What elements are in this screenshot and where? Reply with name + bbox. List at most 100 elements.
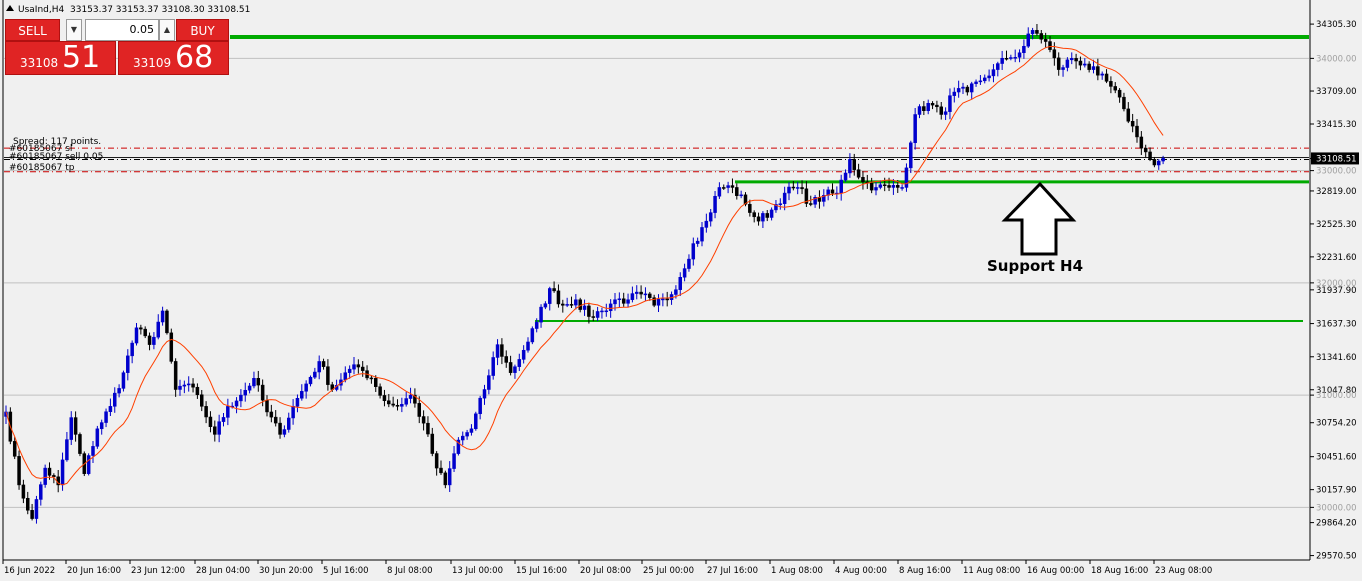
candle-bear <box>561 303 565 306</box>
candle-bull <box>313 371 317 378</box>
candle-bear <box>273 416 278 424</box>
candle-bull <box>695 240 700 244</box>
candle-bull <box>108 406 113 412</box>
y-tick-label: 30754.20 <box>1316 419 1357 429</box>
candle-bull <box>987 75 991 79</box>
candle-bear <box>378 386 382 396</box>
candle-bull <box>661 298 665 301</box>
candle-bull <box>239 394 243 402</box>
buy-button[interactable]: BUY <box>176 19 229 41</box>
candle-bull <box>104 411 108 423</box>
candle-bear <box>260 384 265 401</box>
candle-bear <box>500 344 504 357</box>
candle-bear <box>1139 136 1144 149</box>
candle-bear <box>265 399 269 413</box>
candle-bull <box>778 203 783 205</box>
volume-increase-button[interactable]: ▲ <box>159 19 175 41</box>
candle-bull <box>126 355 130 373</box>
candle-bull <box>352 364 356 370</box>
candle-bull <box>178 385 182 390</box>
candle-bear <box>1087 63 1091 70</box>
buy-price-small: 33109 <box>133 56 172 70</box>
candle-bull <box>295 397 300 407</box>
candle-bear <box>200 394 204 407</box>
candle-bear <box>1135 125 1139 138</box>
candle-bull <box>60 459 65 486</box>
candle-bear <box>1096 66 1100 76</box>
candle-bear <box>1048 41 1052 50</box>
x-tick-label: 15 Jul 16:00 <box>516 566 567 576</box>
x-tick-label: 25 Jul 00:00 <box>643 566 694 576</box>
candle-bull <box>1022 45 1026 54</box>
candle-bull <box>99 422 104 430</box>
candle-bull <box>961 86 965 89</box>
one-click-trading-panel: SELL ▼ 0.05 ▲ BUY 33108 51 33109 68 <box>5 19 229 75</box>
y-tick-label: 31341.60 <box>1316 353 1357 363</box>
buy-price[interactable]: 33109 68 <box>118 40 229 75</box>
candle-bull <box>1026 33 1030 47</box>
candle-bull <box>34 499 39 519</box>
candle-bull <box>408 394 413 399</box>
y-tick-label: 34305.30 <box>1316 20 1357 30</box>
candle-bear <box>208 416 213 427</box>
candle-bull <box>900 187 904 189</box>
candle-bear <box>1117 89 1122 98</box>
x-tick-label: 18 Aug 16:00 <box>1091 566 1148 576</box>
order-tp-label: #60185067 tp <box>9 163 75 173</box>
candle-bear <box>21 484 26 499</box>
candle-bear <box>748 204 752 213</box>
candle-bear <box>1056 57 1061 70</box>
candle-bull <box>513 366 517 373</box>
candle-bear <box>430 433 435 454</box>
candle-bear <box>30 510 34 519</box>
candle-bull <box>282 429 287 435</box>
x-tick-label: 16 Jun 2022 <box>4 566 55 576</box>
sell-price[interactable]: 33108 51 <box>5 40 116 75</box>
y-tick-label: 34000.00 <box>1316 54 1357 64</box>
sell-button[interactable]: SELL <box>5 19 60 41</box>
candle-bear <box>213 426 217 435</box>
candle-bull <box>1065 59 1070 68</box>
candle-bull <box>152 336 156 345</box>
candle-bull <box>678 277 682 290</box>
y-tick-label: 30157.90 <box>1316 486 1357 496</box>
candle-bull <box>308 376 313 385</box>
candle-bull <box>600 310 604 313</box>
candle-bear <box>569 304 574 306</box>
candle-bull <box>548 288 552 304</box>
candle-bull <box>465 432 469 437</box>
candle-bull <box>974 81 978 84</box>
order-sell-label: #60185067 sell 0.05 <box>9 152 103 162</box>
candle-bull <box>608 303 613 312</box>
x-tick-label: 16 Aug 00:00 <box>1027 566 1084 576</box>
candle-bear <box>756 216 761 222</box>
candle-bull <box>186 383 191 386</box>
candle-bear <box>17 456 21 486</box>
candle-bull <box>952 91 957 96</box>
candle-bull <box>400 404 404 407</box>
y-tick-label: 32819.00 <box>1316 187 1357 197</box>
candle-bull <box>574 299 578 306</box>
x-tick-label: 5 Jul 16:00 <box>323 566 369 576</box>
candle-bull <box>617 298 622 301</box>
candle-bear <box>556 290 561 305</box>
candle-bear <box>621 298 626 304</box>
candle-bull <box>595 311 600 318</box>
candle-bear <box>169 332 174 362</box>
candle-bear <box>722 187 726 189</box>
candle-bear <box>735 187 739 196</box>
candle-bear <box>1130 121 1135 127</box>
candle-bull <box>717 187 722 197</box>
candle-bull <box>91 446 95 456</box>
y-tick-label: 33709.00 <box>1316 87 1357 97</box>
volume-input[interactable]: 0.05 <box>85 19 159 41</box>
x-tick-label: 8 Jul 08:00 <box>387 566 433 576</box>
candle-bull <box>291 406 295 419</box>
candle-bull <box>739 194 743 197</box>
candle-bull <box>530 328 535 343</box>
candle-bull <box>1100 73 1104 76</box>
candle-bear <box>639 291 643 295</box>
candle-bull <box>252 378 256 387</box>
candle-bear <box>648 293 652 298</box>
volume-decrease-button[interactable]: ▼ <box>66 19 82 41</box>
